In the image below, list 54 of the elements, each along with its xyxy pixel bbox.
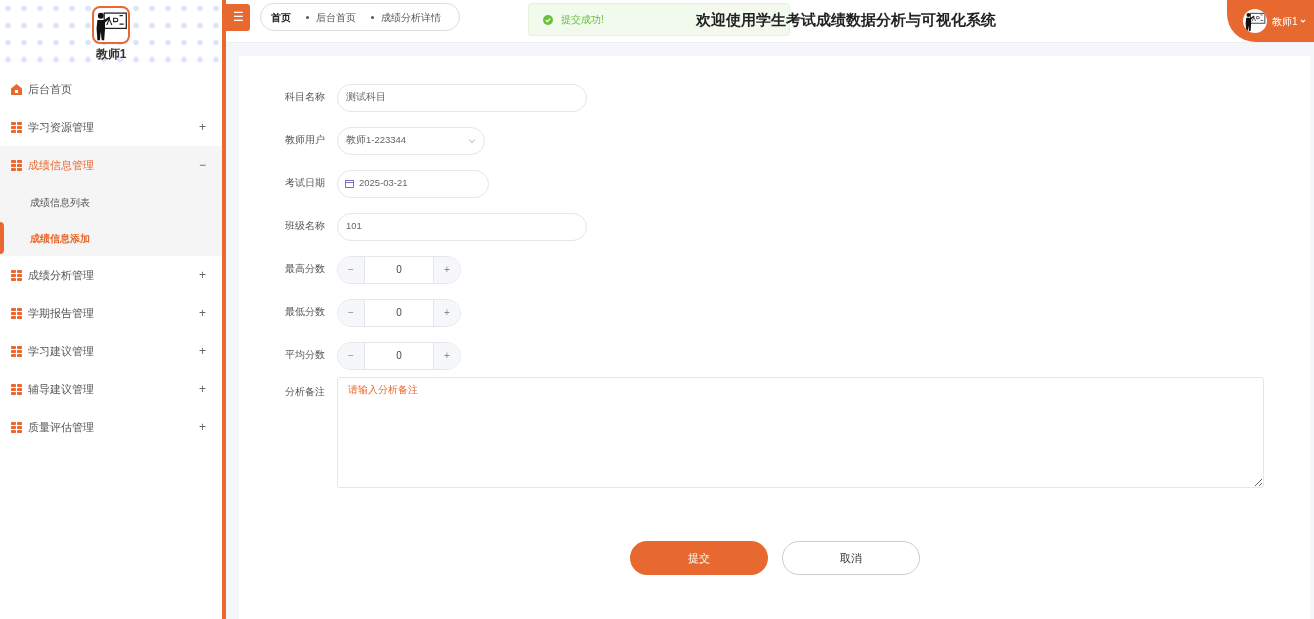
menu-item[interactable]: 辅导建议管理 + <box>0 370 222 408</box>
submenu-item[interactable]: 成绩信息列表 <box>0 184 222 220</box>
grid-icon <box>11 345 22 357</box>
menu-item[interactable]: 后台首页 <box>0 70 222 108</box>
toggle-sign: + <box>199 305 207 322</box>
grid-icon <box>11 159 22 171</box>
toggle-sign: + <box>199 419 207 436</box>
user-avatar <box>1243 9 1267 33</box>
field-label: 科目名称 <box>285 90 326 105</box>
number-value: 0 <box>395 349 403 363</box>
number-value: 0 <box>395 263 403 277</box>
grid-icon <box>11 121 22 133</box>
menu-item[interactable]: 成绩信息管理 − <box>0 146 222 184</box>
calendar-icon <box>345 179 354 188</box>
menu-item[interactable]: 质量评估管理 + <box>0 408 222 446</box>
toggle-sign: + <box>199 267 207 284</box>
toggle-sign: − <box>199 157 207 174</box>
menu-item[interactable]: 成绩分析管理 + <box>0 256 222 294</box>
check-circle-icon <box>543 14 553 25</box>
notes-textarea[interactable]: 请输入分析备注 <box>337 377 1264 488</box>
toggle-sign: + <box>199 343 207 360</box>
home-icon <box>11 83 22 95</box>
number-stepper[interactable]: − 0 + <box>337 341 461 370</box>
decrement-button[interactable]: − <box>338 299 365 326</box>
field-label: 教师用户 <box>285 133 326 148</box>
breadcrumb-link[interactable]: 成绩分析详情 <box>381 9 441 25</box>
chevron-down-icon <box>468 136 476 145</box>
grid-icon <box>11 421 22 433</box>
user-name: 教师1 <box>95 46 127 63</box>
toggle-sign: + <box>199 381 207 398</box>
field-label: 分析备注 <box>285 385 326 399</box>
number-stepper[interactable]: − 0 + <box>337 298 461 327</box>
toggle-sign: + <box>199 119 207 136</box>
breadcrumb-link[interactable]: 首页 <box>271 9 291 25</box>
active-indicator <box>0 222 4 254</box>
decrement-button[interactable]: − <box>338 342 365 369</box>
menu-item[interactable]: 学期报告管理 + <box>0 294 222 332</box>
chevron-down-icon <box>1299 18 1306 24</box>
field-label: 平均分数 <box>285 348 326 363</box>
number-value: 0 <box>395 306 403 320</box>
field-label: 考试日期 <box>285 176 326 191</box>
breadcrumb-link[interactable]: 后台首页 <box>316 9 356 25</box>
grid-icon <box>11 307 22 319</box>
decrement-button[interactable]: − <box>338 256 365 283</box>
field-label: 班级名称 <box>285 219 326 234</box>
number-stepper[interactable]: − 0 + <box>337 255 461 284</box>
menu-item[interactable]: 学习资源管理 + <box>0 108 222 146</box>
grid-icon <box>11 269 22 281</box>
field-label: 最高分数 <box>285 262 326 277</box>
cancel-button[interactable]: 取消 <box>781 541 920 575</box>
menu-item[interactable]: 学习建议管理 + <box>0 332 222 370</box>
field-label: 最低分数 <box>285 305 326 320</box>
page-title: 欢迎使用学生考试成绩数据分析与可视化系统 <box>696 10 996 30</box>
grid-icon <box>11 383 22 395</box>
